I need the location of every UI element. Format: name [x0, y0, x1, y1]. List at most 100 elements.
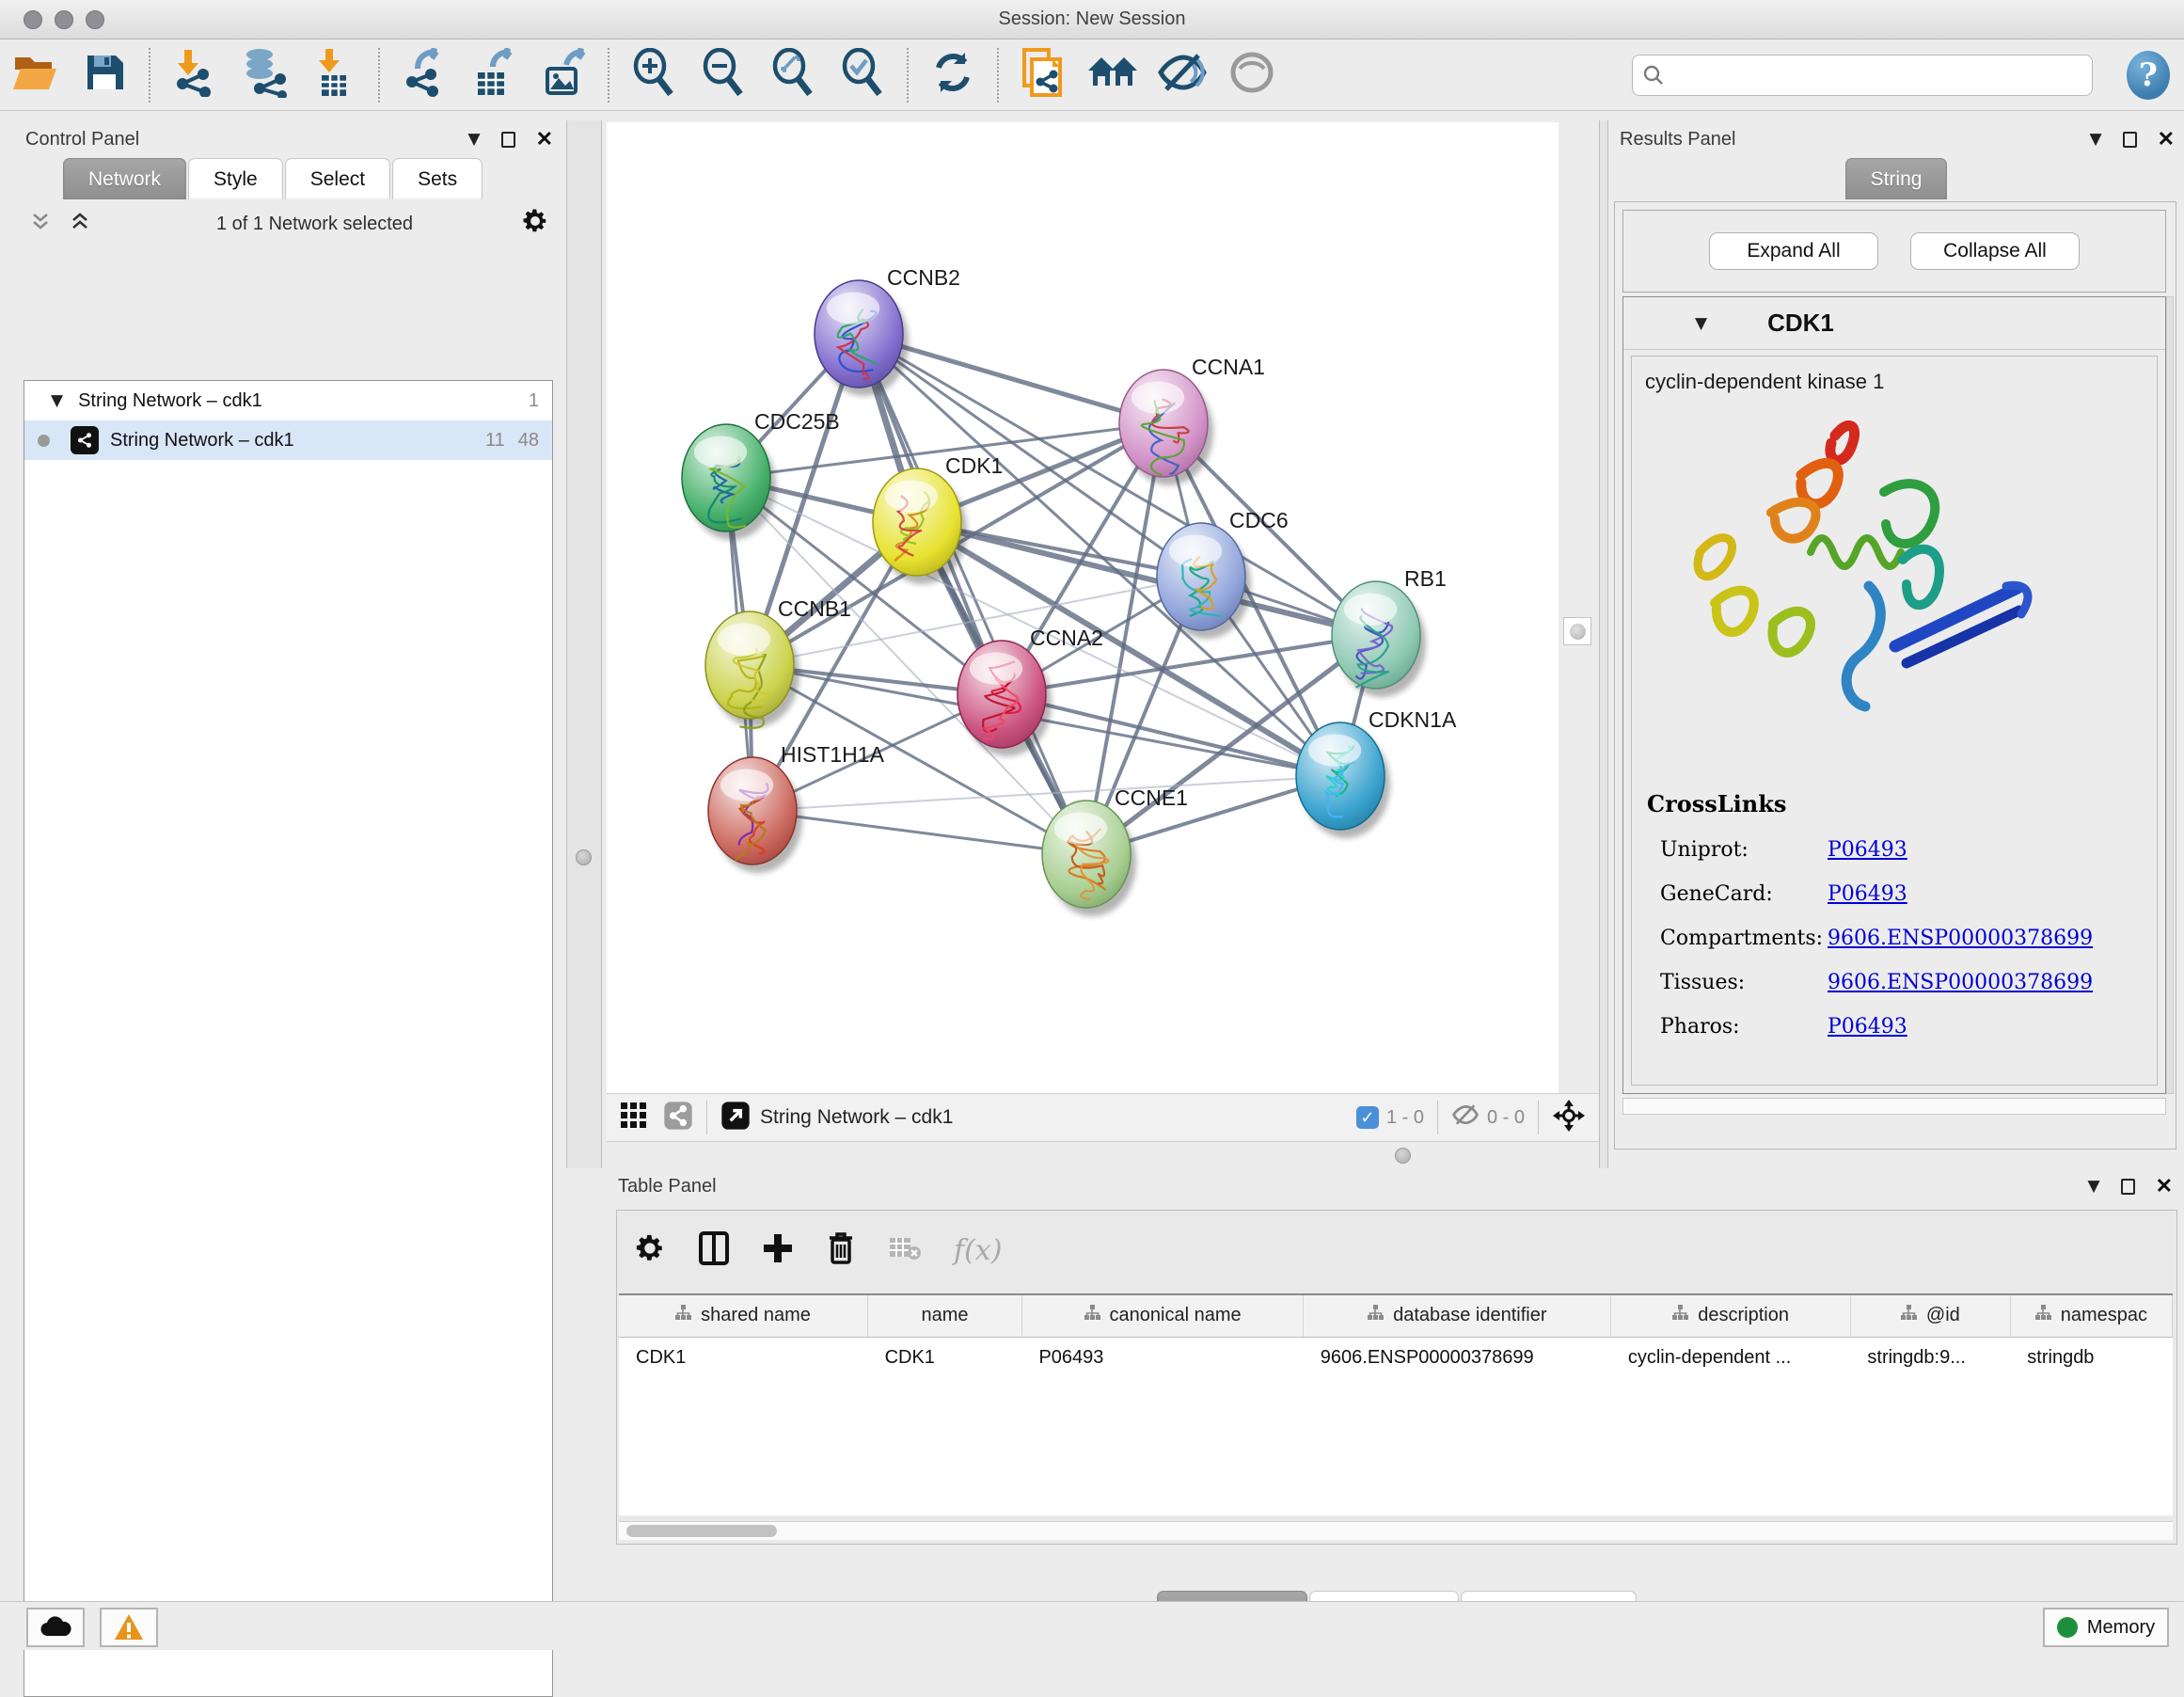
tab-network[interactable]: Network	[63, 158, 186, 199]
zoom-selected-button[interactable]	[833, 48, 892, 103]
network-node-cdkn1a[interactable]: CDKN1A	[1296, 707, 1457, 838]
export-network-button[interactable]	[395, 48, 453, 103]
left-splitter-grip[interactable]	[576, 849, 592, 865]
search-input[interactable]	[1672, 65, 2082, 86]
zoom-fit-button[interactable]	[764, 48, 822, 103]
node-table[interactable]: shared namenamecanonical namedatabase id…	[619, 1293, 2173, 1515]
table-cell[interactable]: P06493	[1021, 1337, 1303, 1378]
results-horizontal-scrollbar[interactable]	[1622, 1098, 2166, 1115]
bottom-splitter-grip[interactable]	[1395, 1148, 1411, 1164]
network-node-hist1h1a[interactable]: HIST1H1A	[708, 742, 885, 873]
crosslink-link[interactable]: P06493	[1828, 838, 1907, 862]
column-header[interactable]: database identifier	[1304, 1295, 1611, 1337]
network-options-gear-icon[interactable]	[521, 207, 549, 241]
scrollbar-thumb[interactable]	[626, 1525, 777, 1537]
tab-string-results[interactable]: String	[1845, 158, 1948, 199]
network-node-ccnb2[interactable]: CCNB2	[815, 265, 960, 396]
string-network-graph[interactable]: CDK1CCNB2CCNA1CDC25BCDC6RB1CCNB1CCNA2CDK…	[607, 122, 1559, 1093]
zoom-out-button[interactable]	[694, 48, 752, 103]
close-window-button[interactable]	[24, 10, 42, 29]
tab-select[interactable]: Select	[285, 158, 390, 199]
crosslink-link[interactable]: 9606.ENSP00000378699	[1828, 927, 2093, 950]
column-header[interactable]: canonical name	[1021, 1295, 1303, 1337]
show-columns-icon[interactable]	[698, 1230, 730, 1271]
table-cell[interactable]: CDK1	[868, 1337, 1022, 1378]
export-table-button[interactable]	[465, 48, 523, 103]
protein-expand-icon[interactable]: ▼	[1695, 314, 1707, 333]
expand-all-button[interactable]: Expand All	[1709, 232, 1878, 270]
table-cell[interactable]: cyclin-dependent ...	[1611, 1337, 1851, 1378]
float-panel-icon[interactable]	[501, 132, 515, 148]
hide-unhide-button[interactable]	[1153, 48, 1211, 103]
table-options-gear-icon[interactable]	[634, 1232, 666, 1269]
close-panel-icon[interactable]: ✕	[2158, 127, 2175, 151]
column-header[interactable]: shared name	[619, 1295, 868, 1337]
show-grid-icon[interactable]	[620, 1102, 648, 1134]
collapse-all-button[interactable]: Collapse All	[1910, 232, 2080, 270]
table-cell[interactable]: stringdb	[2010, 1337, 2172, 1378]
close-panel-icon[interactable]: ✕	[2156, 1174, 2173, 1198]
table-cell[interactable]: stringdb:9...	[1850, 1337, 2010, 1378]
show-graphics-button[interactable]	[1223, 48, 1281, 103]
network-node-cdc25b[interactable]: CDC25B	[682, 409, 840, 540]
network-edge[interactable]	[859, 334, 1086, 854]
panel-menu-icon[interactable]: ▼	[467, 130, 480, 149]
open-session-button[interactable]	[6, 48, 64, 103]
export-image-button[interactable]	[534, 48, 593, 103]
panel-menu-icon[interactable]: ▼	[2089, 130, 2101, 149]
network-row[interactable]: String Network – cdk1 11 48	[24, 420, 552, 460]
add-column-icon[interactable]	[762, 1230, 794, 1271]
network-collection-row[interactable]: ▼ String Network – cdk1 1	[24, 381, 552, 420]
delete-column-trash-icon[interactable]	[826, 1230, 856, 1271]
minimize-window-button[interactable]	[55, 10, 73, 29]
column-header[interactable]: name	[868, 1295, 1022, 1337]
refresh-layout-button[interactable]	[924, 48, 982, 103]
string-style-icon[interactable]	[663, 1101, 693, 1135]
expand-all-icon[interactable]	[69, 210, 91, 238]
right-splitter[interactable]	[1599, 120, 1608, 1168]
home-pages-button[interactable]	[1084, 48, 1142, 103]
collapse-all-icon[interactable]	[29, 210, 52, 238]
tab-sets[interactable]: Sets	[392, 158, 483, 199]
import-network-from-database-button[interactable]	[235, 48, 293, 103]
collection-expand-icon[interactable]: ▼	[51, 391, 63, 410]
selected-checkbox-icon[interactable]: ✓	[1356, 1106, 1379, 1129]
table-horizontal-scrollbar[interactable]	[619, 1521, 2173, 1540]
toolbar-search[interactable]	[1632, 55, 2093, 96]
string-protein-query-button[interactable]	[1014, 48, 1072, 103]
column-header[interactable]: @id	[1850, 1295, 2010, 1337]
protein-card-header[interactable]: ▼ CDK1	[1623, 297, 2165, 350]
table-row[interactable]: CDK1CDK1P064939606.ENSP00000378699cyclin…	[619, 1337, 2173, 1378]
help-button[interactable]: ?	[2124, 49, 2173, 102]
float-panel-icon[interactable]	[2123, 132, 2137, 148]
column-header[interactable]: namespac	[2010, 1295, 2172, 1337]
collapse-results-button[interactable]	[1563, 617, 1591, 645]
import-table-button[interactable]	[305, 48, 363, 103]
warnings-button[interactable]	[100, 1608, 158, 1647]
table-cell[interactable]: CDK1	[619, 1337, 868, 1378]
tab-style[interactable]: Style	[188, 158, 283, 199]
float-panel-icon[interactable]	[2121, 1179, 2135, 1195]
network-node-ccna1[interactable]: CCNA1	[1119, 355, 1265, 485]
crosslink-link[interactable]: 9606.ENSP00000378699	[1828, 971, 2093, 994]
left-splitter[interactable]	[566, 120, 602, 1168]
open-in-window-icon[interactable]	[720, 1101, 751, 1135]
save-session-button[interactable]	[75, 48, 134, 103]
column-header[interactable]: description	[1611, 1295, 1851, 1337]
zoom-window-button[interactable]	[86, 10, 104, 29]
network-edge[interactable]	[752, 811, 1086, 854]
table-cell[interactable]: 9606.ENSP00000378699	[1304, 1337, 1611, 1378]
zoom-in-button[interactable]	[625, 48, 683, 103]
crosslink-link[interactable]: P06493	[1828, 1015, 1907, 1039]
import-network-button[interactable]	[166, 48, 224, 103]
panel-menu-icon[interactable]: ▼	[2087, 1177, 2099, 1196]
birdseye-view-icon[interactable]	[1552, 1099, 1586, 1137]
network-node-ccnb1[interactable]: CCNB1	[705, 596, 851, 728]
cloud-status-button[interactable]	[26, 1608, 85, 1647]
results-vertical-scrollbar[interactable]	[2166, 296, 2174, 1094]
memory-button[interactable]: Memory	[2043, 1608, 2169, 1647]
network-canvas[interactable]: CDK1CCNB2CCNA1CDC25BCDC6RB1CCNB1CCNA2CDK…	[607, 122, 1559, 1093]
network-node-rb1[interactable]: RB1	[1332, 566, 1447, 697]
network-edge[interactable]	[1002, 694, 1340, 776]
crosslink-link[interactable]: P06493	[1828, 882, 1907, 906]
